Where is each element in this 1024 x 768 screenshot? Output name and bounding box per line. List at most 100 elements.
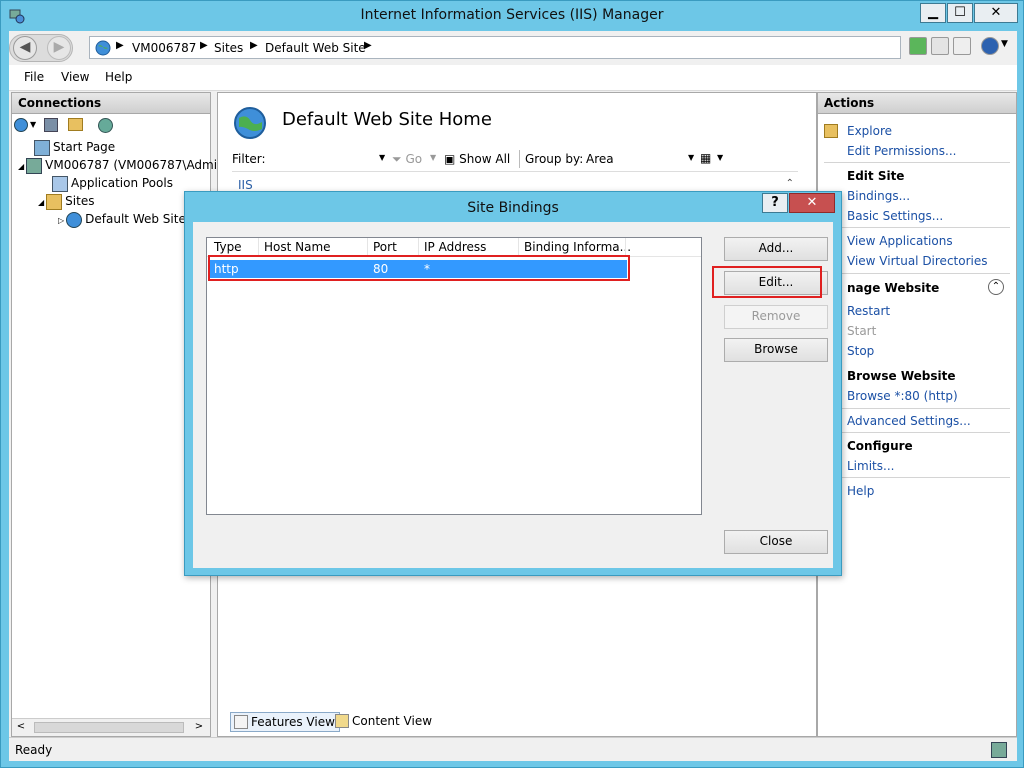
status-text: Ready (15, 743, 53, 757)
forward-button[interactable]: ▶ (47, 36, 71, 60)
column-divider[interactable] (418, 238, 419, 256)
scroll-thumb[interactable] (34, 722, 184, 733)
page-title: Default Web Site Home (282, 109, 492, 130)
scroll-left-icon[interactable]: < (14, 721, 28, 732)
help-dropdown-icon[interactable]: ▼ (1001, 39, 1008, 49)
action-advanced-settings[interactable]: Advanced Settings... (847, 414, 971, 428)
breadcrumb-sites[interactable]: Sites (214, 41, 243, 55)
breadcrumb-separator-icon: ▶ (250, 40, 258, 51)
sites-folder-icon (46, 193, 63, 210)
address-row: ◀ ▶ ▶ VM006787 ▶ Sites ▶ Default Web Sit… (9, 31, 1017, 65)
action-start[interactable]: Start (847, 324, 876, 338)
close-dialog-button[interactable]: Close (724, 530, 828, 554)
start-page-icon (34, 139, 50, 156)
action-view-applications[interactable]: View Applications (847, 234, 953, 248)
refresh-icon[interactable] (909, 37, 927, 55)
tree-start-page[interactable]: Start Page (34, 138, 115, 156)
back-button[interactable]: ◀ (13, 36, 37, 60)
section-browse-website: Browse Website (847, 369, 956, 383)
app-pools-icon (52, 175, 68, 192)
filter-dropdown-icon[interactable]: ▼ (379, 153, 385, 162)
action-limits[interactable]: Limits... (847, 459, 894, 473)
group-by-select[interactable]: Area (586, 152, 614, 166)
collapse-group-icon[interactable]: ⌃ (786, 178, 794, 189)
column-host-name[interactable]: Host Name (264, 240, 331, 254)
browse-binding-button[interactable]: Browse (724, 338, 828, 362)
show-all-button[interactable]: ▣ Show All (444, 152, 510, 166)
scroll-right-icon[interactable]: > (192, 721, 206, 732)
tab-features-view[interactable]: Features View (230, 712, 340, 732)
action-help[interactable]: Help (847, 484, 874, 498)
tab-content-view[interactable]: Content View (332, 712, 436, 732)
column-type[interactable]: Type (214, 240, 242, 254)
save-icon[interactable] (44, 118, 58, 132)
tree-server[interactable]: ◢ VM006787 (VM006787\Admin (18, 156, 225, 174)
breadcrumb-server[interactable]: VM006787 (132, 41, 196, 55)
remove-binding-button[interactable]: Remove (724, 305, 828, 329)
menu-bar: File View Help (9, 65, 1017, 91)
action-bindings[interactable]: Bindings... (847, 189, 910, 203)
forward-arrow-icon: ▶ (53, 39, 65, 55)
filter-label: Filter: (232, 152, 266, 166)
home-icon[interactable] (953, 37, 971, 55)
menu-file[interactable]: File (24, 70, 44, 84)
row-highlight-annotation (208, 255, 630, 281)
connections-horizontal-scrollbar[interactable]: < > (12, 718, 210, 736)
folder-up-icon[interactable] (68, 118, 83, 131)
action-explore[interactable]: Explore (847, 124, 892, 138)
column-divider[interactable] (258, 238, 259, 256)
connect-dropdown-icon[interactable]: ▼ (30, 120, 36, 129)
column-divider[interactable] (625, 238, 626, 256)
help-icon[interactable] (981, 37, 999, 55)
edit-button-highlight-annotation (712, 266, 822, 298)
connect-globe-icon[interactable] (14, 118, 28, 132)
action-stop[interactable]: Stop (847, 344, 874, 358)
view-mode-icon[interactable]: ▦ (700, 151, 711, 165)
column-divider[interactable] (367, 238, 368, 256)
menu-help[interactable]: Help (105, 70, 132, 84)
column-binding-info[interactable]: Binding Informa... (524, 240, 631, 254)
section-configure: Configure (847, 439, 913, 453)
expand-arrow-icon[interactable]: ◢ (18, 162, 24, 171)
column-port[interactable]: Port (373, 240, 397, 254)
disconnect-icon[interactable] (98, 118, 113, 133)
group-by-dropdown-icon[interactable]: ▼ (688, 153, 694, 162)
minimize-button[interactable]: ▁ (920, 3, 946, 23)
breadcrumb-default-site[interactable]: Default Web Site (265, 41, 366, 55)
expand-arrow-icon[interactable]: ◢ (38, 198, 44, 207)
dialog-close-icon[interactable]: ✕ (789, 193, 835, 213)
action-browse-80[interactable]: Browse *:80 (http) (847, 389, 958, 403)
action-basic-settings[interactable]: Basic Settings... (847, 209, 943, 223)
status-network-icon (991, 742, 1007, 758)
connections-toolbar: ▼ (12, 114, 210, 138)
title-bar: Internet Information Services (IIS) Mana… (1, 1, 1023, 31)
tree-default-web-site[interactable]: ▷ Default Web Site (58, 210, 186, 228)
explore-folder-icon (824, 124, 838, 138)
collapse-section-icon[interactable]: ⌃ (988, 279, 1004, 295)
column-ip-address[interactable]: IP Address (424, 240, 486, 254)
filter-input[interactable] (268, 150, 382, 168)
action-edit-permissions[interactable]: Edit Permissions... (847, 144, 956, 158)
column-divider[interactable] (518, 238, 519, 256)
action-restart[interactable]: Restart (847, 304, 890, 318)
breadcrumb-separator-icon: ▶ (116, 40, 124, 51)
action-view-virtual-directories[interactable]: View Virtual Directories (847, 254, 988, 268)
back-arrow-icon: ◀ (19, 39, 31, 55)
filter-bar: Filter: ▼ ⏷ Go ▼ ▣ Show All Group by: Ar… (232, 148, 798, 172)
tree-application-pools[interactable]: Application Pools (52, 174, 173, 192)
go-button[interactable]: ⏷ Go (392, 152, 422, 167)
add-binding-button[interactable]: Add... (724, 237, 828, 261)
tree-sites[interactable]: ◢ Sites (38, 192, 94, 210)
actions-panel: Actions Explore Edit Permissions... Edit… (817, 92, 1017, 737)
dialog-help-button[interactable]: ? (762, 193, 788, 213)
menu-view[interactable]: View (61, 70, 89, 84)
stop-icon[interactable] (931, 37, 949, 55)
maximize-button[interactable]: ☐ (947, 3, 973, 23)
address-bar[interactable]: ▶ VM006787 ▶ Sites ▶ Default Web Site ▶ (89, 36, 901, 59)
collapse-arrow-icon[interactable]: ▷ (58, 216, 64, 225)
show-all-icon: ▣ (444, 152, 456, 166)
view-mode-dropdown-icon[interactable]: ▼ (717, 153, 723, 162)
close-window-button[interactable]: ✕ (974, 3, 1018, 23)
site-globe-icon (234, 107, 266, 139)
go-dropdown-icon[interactable]: ▼ (430, 153, 436, 162)
